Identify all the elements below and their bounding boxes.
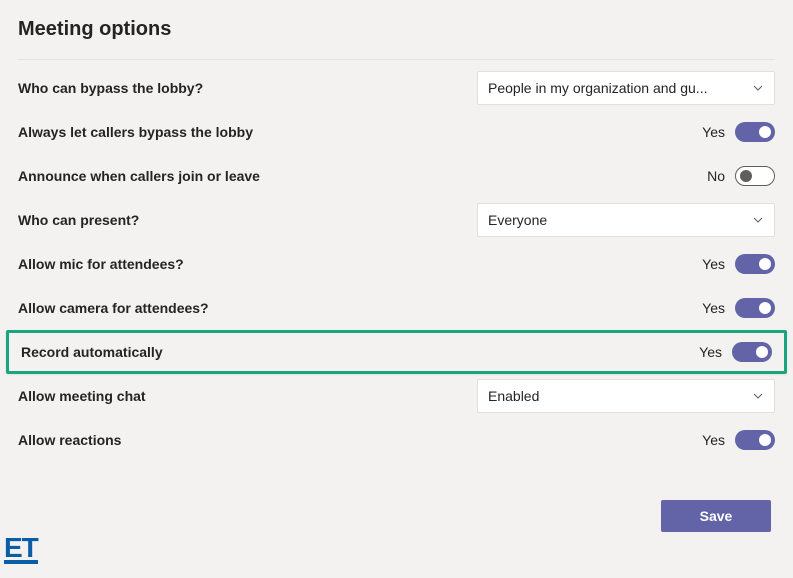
- select-who-present-value: Everyone: [488, 212, 547, 228]
- label-record-auto: Record automatically: [21, 344, 163, 360]
- toggle-announce[interactable]: [735, 166, 775, 186]
- value-reactions: Yes: [702, 432, 725, 448]
- row-announce: Announce when callers join or leave No: [18, 154, 775, 198]
- row-meeting-chat: Allow meeting chat Enabled: [18, 374, 775, 418]
- value-allow-mic: Yes: [702, 256, 725, 272]
- label-who-present: Who can present?: [18, 212, 139, 228]
- row-always-bypass: Always let callers bypass the lobby Yes: [18, 110, 775, 154]
- chevron-down-icon: [752, 214, 764, 226]
- select-meeting-chat-value: Enabled: [488, 388, 539, 404]
- row-allow-mic: Allow mic for attendees? Yes: [18, 242, 775, 286]
- select-bypass-lobby-value: People in my organization and gu...: [488, 80, 707, 96]
- toggle-allow-mic[interactable]: [735, 254, 775, 274]
- label-allow-camera: Allow camera for attendees?: [18, 300, 209, 316]
- chevron-down-icon: [752, 82, 764, 94]
- row-bypass-lobby: Who can bypass the lobby? People in my o…: [18, 66, 775, 110]
- page-title: Meeting options: [18, 18, 775, 41]
- row-allow-camera: Allow camera for attendees? Yes: [18, 286, 775, 330]
- label-always-bypass: Always let callers bypass the lobby: [18, 124, 253, 140]
- value-announce: No: [707, 168, 725, 184]
- chevron-down-icon: [752, 390, 764, 402]
- toggle-allow-camera[interactable]: [735, 298, 775, 318]
- toggle-reactions[interactable]: [735, 430, 775, 450]
- row-reactions: Allow reactions Yes: [18, 418, 775, 462]
- label-meeting-chat: Allow meeting chat: [18, 388, 146, 404]
- divider: [18, 59, 775, 60]
- select-bypass-lobby[interactable]: People in my organization and gu...: [477, 71, 775, 105]
- select-meeting-chat[interactable]: Enabled: [477, 379, 775, 413]
- save-button[interactable]: Save: [661, 500, 771, 532]
- row-record-auto: Record automatically Yes: [6, 330, 787, 374]
- label-bypass-lobby: Who can bypass the lobby?: [18, 80, 203, 96]
- value-always-bypass: Yes: [702, 124, 725, 140]
- logo: ET: [4, 535, 38, 564]
- toggle-always-bypass[interactable]: [735, 122, 775, 142]
- row-who-present: Who can present? Everyone: [18, 198, 775, 242]
- label-allow-mic: Allow mic for attendees?: [18, 256, 184, 272]
- label-announce: Announce when callers join or leave: [18, 168, 260, 184]
- label-reactions: Allow reactions: [18, 432, 121, 448]
- value-record-auto: Yes: [699, 344, 722, 360]
- value-allow-camera: Yes: [702, 300, 725, 316]
- select-who-present[interactable]: Everyone: [477, 203, 775, 237]
- toggle-record-auto[interactable]: [732, 342, 772, 362]
